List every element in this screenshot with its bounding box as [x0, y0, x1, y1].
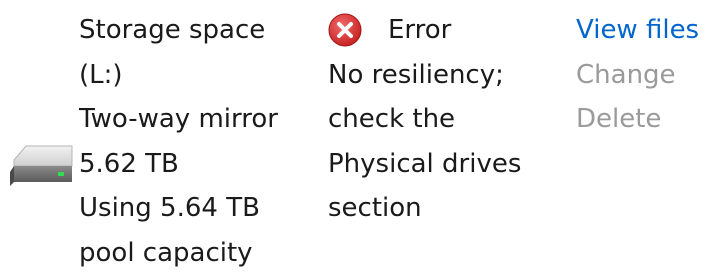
error-icon: [328, 13, 362, 47]
view-files-link[interactable]: View files: [576, 8, 710, 53]
actions-column: View files Change Delete: [576, 8, 710, 142]
pool-usage: Using 5.64 TB: [79, 193, 260, 223]
status-header: Error: [328, 8, 560, 53]
delete-link: Delete: [576, 104, 662, 134]
storage-space-info: Storage space (L:) Two-way mirror 5.62 T…: [79, 8, 321, 275]
resiliency-type: Two-way mirror: [79, 104, 278, 134]
status-column: Error No resiliency; check the Physical …: [328, 8, 560, 231]
change-link: Change: [576, 59, 676, 90]
status-message-line: check the: [328, 104, 456, 134]
hard-drive-icon: [8, 142, 76, 190]
status-message-line: No resiliency;: [328, 59, 504, 90]
storage-space-size: 5.62 TB: [79, 148, 179, 179]
status-label: Error: [388, 15, 452, 45]
status-message-line: Physical drives: [328, 148, 522, 179]
status-message-line: section: [328, 193, 422, 223]
storage-space-name: Storage space: [79, 15, 266, 45]
pool-usage-suffix: pool capacity: [79, 237, 253, 268]
storage-space-drive-letter: (L:): [79, 59, 123, 90]
